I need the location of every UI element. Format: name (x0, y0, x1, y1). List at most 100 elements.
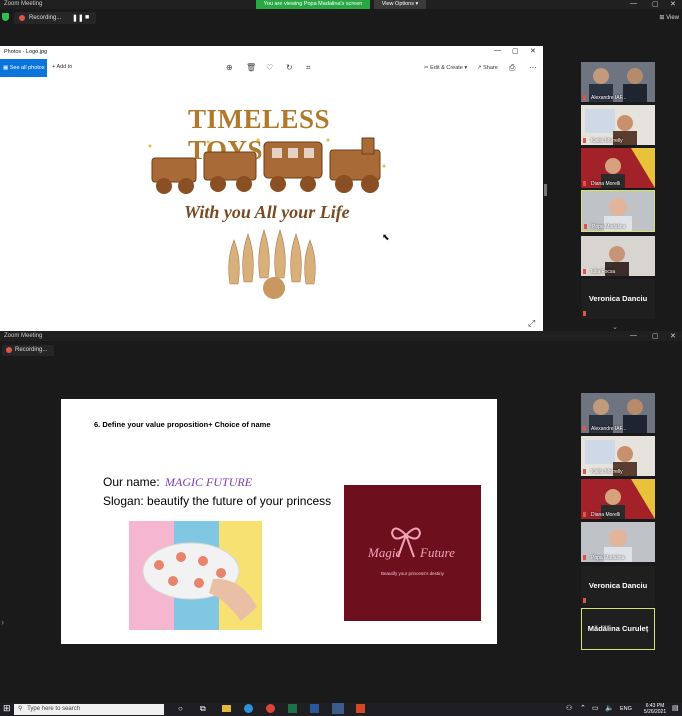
active-speaker-tile[interactable]: Popa Madalina (581, 190, 655, 232)
edge-icon[interactable] (244, 704, 253, 713)
recording-label: Recording... (15, 347, 48, 353)
zoom-icon[interactable]: ⊕ (226, 63, 233, 72)
participant-name: Kaiita Morrelly (591, 138, 623, 144)
edit-create-button[interactable]: ✂ Edit & Create ▾ (424, 65, 467, 71)
powerpoint-icon[interactable] (356, 704, 365, 713)
participant-name: Diana Morelli (591, 181, 621, 187)
muted-mic-icon (583, 555, 586, 560)
user-icon[interactable]: ⚇ (566, 704, 572, 712)
panel-resize-handle[interactable] (544, 184, 547, 196)
notifications-icon[interactable]: ▤ (672, 704, 679, 712)
add-to-button[interactable]: + Add to (52, 64, 72, 70)
brand-name: MAGIC FUTURE (165, 475, 253, 489)
close-icon[interactable]: ✕ (670, 332, 676, 340)
participant-display-name: Veronica Danciu (588, 581, 648, 590)
participant-tile[interactable]: Iulia Focsa (581, 236, 655, 276)
stop-recording-icon[interactable]: ■ (85, 14, 89, 21)
photos-maximize-icon[interactable]: ▢ (512, 47, 519, 55)
participant-name: Popa Madalina (591, 555, 625, 561)
favorite-icon[interactable]: ♡ (266, 63, 273, 72)
logo-tagline: With you All your Life (184, 202, 350, 222)
file-explorer-icon[interactable] (222, 705, 231, 712)
muted-mic-icon (583, 469, 586, 474)
word-icon[interactable] (310, 704, 319, 713)
chevron-down-icon[interactable]: ⌄ (612, 323, 618, 331)
view-button[interactable]: ⊞ View (659, 14, 679, 21)
print-icon[interactable]: ⎙ (509, 63, 515, 73)
volume-icon[interactable]: 🔈 (605, 704, 614, 712)
muted-mic-icon (583, 311, 586, 316)
chrome-icon[interactable] (266, 704, 275, 713)
participant-tile[interactable]: Alexandre IAF... (581, 62, 655, 102)
slide-slogan: Slogan: beautify the future of your prin… (103, 494, 332, 508)
security-shield-icon[interactable] (2, 13, 9, 21)
minimize-icon[interactable]: — (630, 0, 637, 7)
delete-icon[interactable]: 🗑 (246, 63, 256, 72)
task-view-icon[interactable]: ⧉ (200, 704, 206, 714)
record-dot-icon (6, 347, 12, 353)
minimize-icon[interactable]: — (630, 332, 637, 339)
share-banner: You are viewing Popa Madalina's screen (256, 0, 370, 9)
see-all-photos-button[interactable]: ▦ See all photos (0, 59, 47, 77)
clock-date[interactable]: 5/26/2021 (640, 709, 670, 715)
participant-name-tile[interactable]: Veronica Danciu (581, 566, 655, 606)
participant-tile[interactable]: Kaiita Morrelly (581, 105, 655, 145)
participant-tile[interactable]: Kaiita Morrelly (581, 436, 655, 476)
excel-icon[interactable] (288, 704, 297, 713)
view-options-button[interactable]: View Options ▾ (374, 0, 426, 9)
participant-name-tile[interactable]: Veronica Danciu (581, 279, 655, 319)
participant-tile[interactable]: Diana Morelli (581, 148, 655, 188)
magic-future-logo: Magic Future Beautify your princess's de… (344, 485, 481, 621)
participant-name: Diana Morelli (591, 512, 621, 518)
more-options-icon[interactable]: ⋯ (529, 63, 537, 72)
pause-recording-icon[interactable]: ❚❚ (72, 14, 84, 22)
recording-label: Recording... (29, 15, 62, 21)
record-dot-icon (19, 15, 25, 21)
muted-mic-icon (583, 181, 586, 186)
participant-name: Kaiita Morrelly (591, 469, 623, 475)
maximize-icon[interactable]: ▢ (652, 332, 659, 340)
slide-name-line: Our name: MAGIC FUTURE (103, 475, 253, 489)
windows-start-icon[interactable]: ⊞ (3, 703, 11, 714)
participant-tile[interactable]: Popa Madalina (581, 522, 655, 562)
photos-title: Photos - Logo.jpg (4, 49, 48, 55)
rotate-icon[interactable]: ↻ (286, 63, 293, 72)
photos-app-window: Photos - Logo.jpg — ▢ ✕ ▦ See all photos… (0, 46, 543, 331)
wooden-train-graphic (148, 137, 386, 194)
system-tray-chevron-icon[interactable]: ⌃ (580, 704, 586, 712)
window-title: Zoom Meeting (4, 1, 43, 7)
scrunchie-photo (129, 521, 262, 630)
logo-word-right: Future (420, 545, 455, 560)
muted-mic-icon (583, 138, 586, 143)
share-button[interactable]: ↗ Share (477, 65, 498, 71)
logo-subtitle: Beautify your princess's destiny (381, 571, 444, 576)
language-indicator[interactable]: ENG (620, 706, 632, 712)
title-bar: Zoom Meeting (0, 331, 682, 341)
zoom-taskbar-icon[interactable] (332, 703, 344, 714)
shared-slide: 6. Define your value proposition+ Choice… (61, 399, 497, 644)
cortana-icon[interactable]: ○ (178, 704, 183, 713)
participant-tile[interactable]: Alexandre IAF... (581, 393, 655, 433)
fullscreen-icon[interactable]: ⤢ (528, 318, 535, 329)
close-icon[interactable]: ✕ (670, 0, 676, 8)
participant-name: Alexandre IAF... (591, 95, 627, 101)
mouse-cursor-icon: ⬉ (382, 232, 390, 242)
participant-name: Alexandre IAF... (591, 426, 627, 432)
photos-minimize-icon[interactable]: — (494, 47, 501, 54)
muted-mic-icon (583, 95, 586, 100)
network-icon[interactable]: ▭ (592, 704, 599, 712)
maximize-icon[interactable]: ▢ (652, 0, 659, 8)
window-title: Zoom Meeting (4, 333, 43, 339)
active-speaker-name-tile[interactable]: Mădălina Curuleț (581, 608, 655, 650)
crop-icon[interactable]: ⌗ (306, 63, 311, 73)
participant-name: Popa Madalina (592, 224, 626, 230)
participant-tile[interactable]: Diana Morelli (581, 479, 655, 519)
logo-word-left: Magic (368, 545, 402, 560)
timeless-toys-logo-image: TIMELESS TOYS With you All your Life (140, 98, 400, 303)
muted-mic-icon (583, 269, 586, 274)
chevron-right-icon[interactable]: › (1, 617, 4, 627)
muted-mic-icon (584, 224, 587, 229)
photos-close-icon[interactable]: ✕ (530, 47, 536, 55)
taskbar-search-input[interactable]: ⚲ Type here to search (14, 704, 164, 715)
search-icon: ⚲ (18, 706, 23, 712)
